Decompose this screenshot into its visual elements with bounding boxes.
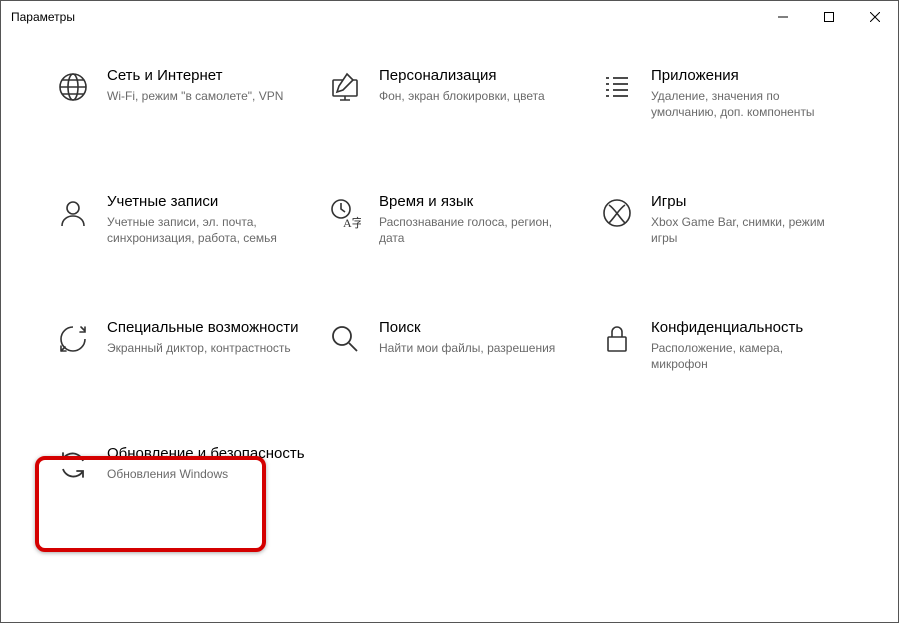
category-title: Конфиденциальность — [651, 319, 841, 338]
category-search[interactable]: Поиск Найти мои файлы, разрешения — [325, 315, 585, 383]
category-accounts[interactable]: Учетные записи Учетные записи, эл. почта… — [53, 189, 313, 257]
category-text: Приложения Удаление, значения по умолчан… — [651, 67, 841, 120]
category-text: Конфиденциальность Расположение, камера,… — [651, 319, 841, 372]
apps-list-icon — [601, 71, 633, 103]
category-text: Время и язык Распознавание голоса, регио… — [379, 193, 569, 246]
category-apps[interactable]: Приложения Удаление, значения по умолчан… — [597, 63, 857, 131]
window-controls — [760, 1, 898, 33]
category-desc: Экранный диктор, контрастность — [107, 340, 297, 356]
person-icon — [57, 197, 89, 229]
category-text: Поиск Найти мои файлы, разрешения — [379, 319, 555, 356]
search-icon — [329, 323, 361, 355]
category-text: Персонализация Фон, экран блокировки, цв… — [379, 67, 545, 104]
time-lang-icon: A字 — [329, 197, 361, 229]
minimize-button[interactable] — [760, 1, 806, 33]
category-desc: Удаление, значения по умолчанию, доп. ко… — [651, 88, 841, 120]
settings-categories: Сеть и Интернет Wi-Fi, режим "в самолете… — [1, 33, 898, 539]
category-desc: Xbox Game Bar, снимки, режим игры — [651, 214, 841, 246]
category-desc: Обновления Windows — [107, 466, 297, 482]
svg-text:A字: A字 — [343, 215, 361, 229]
category-desc: Учетные записи, эл. почта, синхронизация… — [107, 214, 297, 246]
category-desc: Распознавание голоса, регион, дата — [379, 214, 569, 246]
category-title: Время и язык — [379, 193, 569, 212]
category-update-security[interactable]: Обновление и безопасность Обновления Win… — [53, 441, 313, 509]
category-network[interactable]: Сеть и Интернет Wi-Fi, режим "в самолете… — [53, 63, 313, 131]
maximize-icon — [824, 12, 834, 22]
lock-icon — [601, 323, 633, 355]
minimize-icon — [778, 12, 788, 22]
category-text: Специальные возможности Экранный диктор,… — [107, 319, 299, 356]
globe-icon — [57, 71, 89, 103]
category-privacy[interactable]: Конфиденциальность Расположение, камера,… — [597, 315, 857, 383]
category-desc: Фон, экран блокировки, цвета — [379, 88, 545, 104]
category-title: Игры — [651, 193, 841, 212]
close-icon — [870, 12, 880, 22]
window-title: Параметры — [11, 10, 75, 24]
category-gaming[interactable]: Игры Xbox Game Bar, снимки, режим игры — [597, 189, 857, 257]
category-title: Обновление и безопасность — [107, 445, 305, 464]
category-title: Приложения — [651, 67, 841, 86]
pen-monitor-icon — [329, 71, 361, 103]
maximize-button[interactable] — [806, 1, 852, 33]
category-text: Учетные записи Учетные записи, эл. почта… — [107, 193, 297, 246]
category-title: Учетные записи — [107, 193, 297, 212]
category-personalization[interactable]: Персонализация Фон, экран блокировки, цв… — [325, 63, 585, 131]
category-desc: Расположение, камера, микрофон — [651, 340, 841, 372]
xbox-icon — [601, 197, 633, 229]
category-text: Сеть и Интернет Wi-Fi, режим "в самолете… — [107, 67, 283, 104]
category-ease-of-access[interactable]: Специальные возможности Экранный диктор,… — [53, 315, 313, 383]
sync-icon — [57, 449, 89, 481]
category-title: Поиск — [379, 319, 555, 338]
category-time-language[interactable]: A字 Время и язык Распознавание голоса, ре… — [325, 189, 585, 257]
category-title: Сеть и Интернет — [107, 67, 283, 86]
category-text: Игры Xbox Game Bar, снимки, режим игры — [651, 193, 841, 246]
settings-window: Параметры Сеть и Интернет Wi-Fi, режи — [0, 0, 899, 623]
category-desc: Найти мои файлы, разрешения — [379, 340, 555, 356]
ease-icon — [57, 323, 89, 355]
category-desc: Wi-Fi, режим "в самолете", VPN — [107, 88, 283, 104]
category-title: Персонализация — [379, 67, 545, 86]
close-button[interactable] — [852, 1, 898, 33]
category-text: Обновление и безопасность Обновления Win… — [107, 445, 305, 482]
category-title: Специальные возможности — [107, 319, 299, 338]
